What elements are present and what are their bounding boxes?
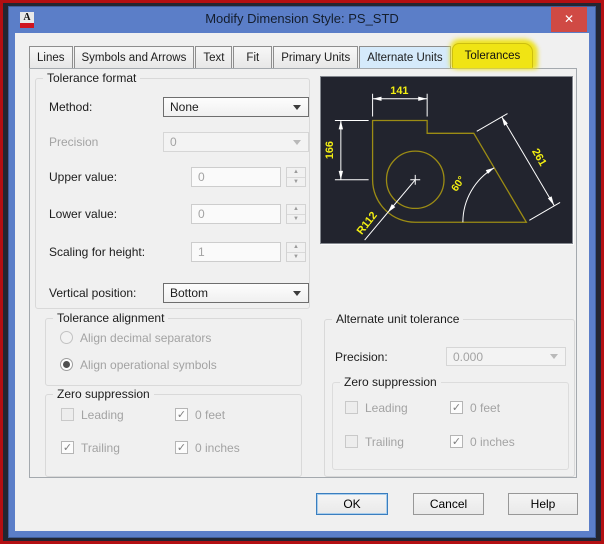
dimension-style-preview: 141 166 261 60° R112 <box>320 76 573 244</box>
alt-trailing-checkbox[interactable] <box>345 435 358 448</box>
alt-precision-label: Precision: <box>335 350 388 364</box>
dim-text-radius: R112 <box>355 210 380 237</box>
align-decimal-separators-radio[interactable] <box>60 331 73 344</box>
chevron-down-icon <box>293 290 301 296</box>
spinner-up-icon[interactable]: ▲ <box>287 243 305 253</box>
lower-value-stepper[interactable]: ▲ ▼ <box>286 204 306 224</box>
tab-alternate-units[interactable]: Alternate Units <box>359 46 451 68</box>
scaling-for-height-field[interactable]: 1 <box>191 242 281 262</box>
align-operational-symbols-label: Align operational symbols <box>80 358 217 372</box>
zero-suppression-group: Zero suppression Leading ✓ 0 feet ✓ Trai… <box>45 387 302 477</box>
check-icon: ✓ <box>451 436 462 448</box>
ok-button[interactable]: OK <box>316 493 388 515</box>
zero-suppression-legend: Zero suppression <box>53 387 154 401</box>
vertical-position-label: Vertical position: <box>49 286 137 300</box>
alternate-unit-tolerance-legend: Alternate unit tolerance <box>332 312 464 326</box>
desktop-background: A Modify Dimension Style: PS_STD ✕ Lines… <box>3 3 601 541</box>
spinner-down-icon[interactable]: ▼ <box>287 215 305 224</box>
dim-text-166: 166 <box>324 141 336 159</box>
check-icon: ✓ <box>62 442 73 454</box>
scaling-for-height-label: Scaling for height: <box>49 245 146 259</box>
cancel-button[interactable]: Cancel <box>413 493 484 515</box>
scaling-for-height-stepper[interactable]: ▲ ▼ <box>286 242 306 262</box>
zero-feet-checkbox[interactable]: ✓ <box>175 408 188 421</box>
zero-inches-label: 0 inches <box>195 441 240 455</box>
alt-trailing-label: Trailing <box>365 435 404 449</box>
method-label: Method: <box>49 100 93 114</box>
align-decimal-separators-label: Align decimal separators <box>80 331 212 345</box>
tab-symbols-and-arrows[interactable]: Symbols and Arrows <box>73 46 195 68</box>
alt-zero-feet-checkbox[interactable]: ✓ <box>450 401 463 414</box>
tab-fit[interactable]: Fit <box>233 46 273 68</box>
zero-feet-label: 0 feet <box>195 408 226 422</box>
chevron-down-icon <box>550 354 558 359</box>
tab-tolerances[interactable]: Tolerances <box>451 43 534 68</box>
spinner-down-icon[interactable]: ▼ <box>287 253 305 262</box>
leading-label: Leading <box>81 408 124 422</box>
alt-precision-dropdown[interactable]: 0.000 <box>446 347 566 366</box>
tab-strip: Lines Symbols and Arrows Text Fit Primar… <box>29 43 534 68</box>
dim-angle-arc <box>462 167 495 223</box>
spinner-down-icon[interactable]: ▼ <box>287 178 305 187</box>
upper-value-stepper[interactable]: ▲ ▼ <box>286 167 306 187</box>
tolerances-tab-page: Tolerance format Method: None Precision … <box>29 68 577 478</box>
dim-text-261: 261 <box>529 147 549 169</box>
leading-checkbox[interactable] <box>61 408 74 421</box>
close-icon: ✕ <box>563 12 575 26</box>
dialog-title: Modify Dimension Style: PS_STD <box>205 11 399 26</box>
check-icon: ✓ <box>451 402 462 414</box>
alt-leading-checkbox[interactable] <box>345 401 358 414</box>
tolerance-alignment-group: Tolerance alignment Align decimal separa… <box>45 311 302 386</box>
dim-261 <box>476 113 561 221</box>
precision-label: Precision <box>49 135 99 149</box>
trailing-label: Trailing <box>81 441 120 455</box>
check-icon: ✓ <box>176 409 187 421</box>
part-outline <box>371 119 528 223</box>
chevron-down-icon <box>293 139 301 145</box>
alt-zero-suppression-group: Zero suppression Leading ✓ 0 feet Traili… <box>332 375 569 470</box>
help-button[interactable]: Help <box>508 493 578 515</box>
trailing-checkbox[interactable]: ✓ <box>61 441 74 454</box>
preview-drawing: 141 166 261 60° R112 <box>324 85 561 241</box>
alternate-unit-tolerance-group: Alternate unit tolerance Precision: 0.00… <box>324 312 575 477</box>
zero-inches-checkbox[interactable]: ✓ <box>175 441 188 454</box>
alt-zero-feet-label: 0 feet <box>470 401 501 415</box>
spinner-up-icon[interactable]: ▲ <box>287 205 305 215</box>
upper-value-field[interactable]: 0 <box>191 167 281 187</box>
dialog-window: A Modify Dimension Style: PS_STD ✕ Lines… <box>8 6 596 538</box>
lower-value-field[interactable]: 0 <box>191 204 281 224</box>
title-bar[interactable]: A Modify Dimension Style: PS_STD ✕ <box>9 7 595 33</box>
alt-zero-inches-label: 0 inches <box>470 435 515 449</box>
lower-value-label: Lower value: <box>49 207 118 221</box>
precision-dropdown[interactable]: 0 <box>163 132 309 152</box>
tab-text[interactable]: Text <box>195 46 233 68</box>
alt-zero-suppression-legend: Zero suppression <box>340 375 441 389</box>
spinner-up-icon[interactable]: ▲ <box>287 168 305 178</box>
tolerance-format-legend: Tolerance format <box>43 71 141 85</box>
tab-primary-units[interactable]: Primary Units <box>273 46 359 68</box>
align-operational-symbols-radio[interactable] <box>60 358 73 371</box>
alt-zero-inches-checkbox[interactable]: ✓ <box>450 435 463 448</box>
upper-value-label: Upper value: <box>49 170 118 184</box>
method-dropdown[interactable]: None <box>163 97 309 117</box>
vertical-position-dropdown[interactable]: Bottom <box>163 283 309 303</box>
check-icon: ✓ <box>176 442 187 454</box>
alt-leading-label: Leading <box>365 401 408 415</box>
dim-text-angle: 60° <box>450 175 468 194</box>
dim-text-141: 141 <box>390 85 408 97</box>
tolerance-format-group: Tolerance format Method: None Precision … <box>35 71 310 309</box>
tab-lines[interactable]: Lines <box>29 46 73 68</box>
chevron-down-icon <box>293 104 301 110</box>
dialog-client-area: Lines Symbols and Arrows Text Fit Primar… <box>15 33 589 531</box>
close-button[interactable]: ✕ <box>551 7 587 32</box>
tolerance-alignment-legend: Tolerance alignment <box>53 311 169 325</box>
